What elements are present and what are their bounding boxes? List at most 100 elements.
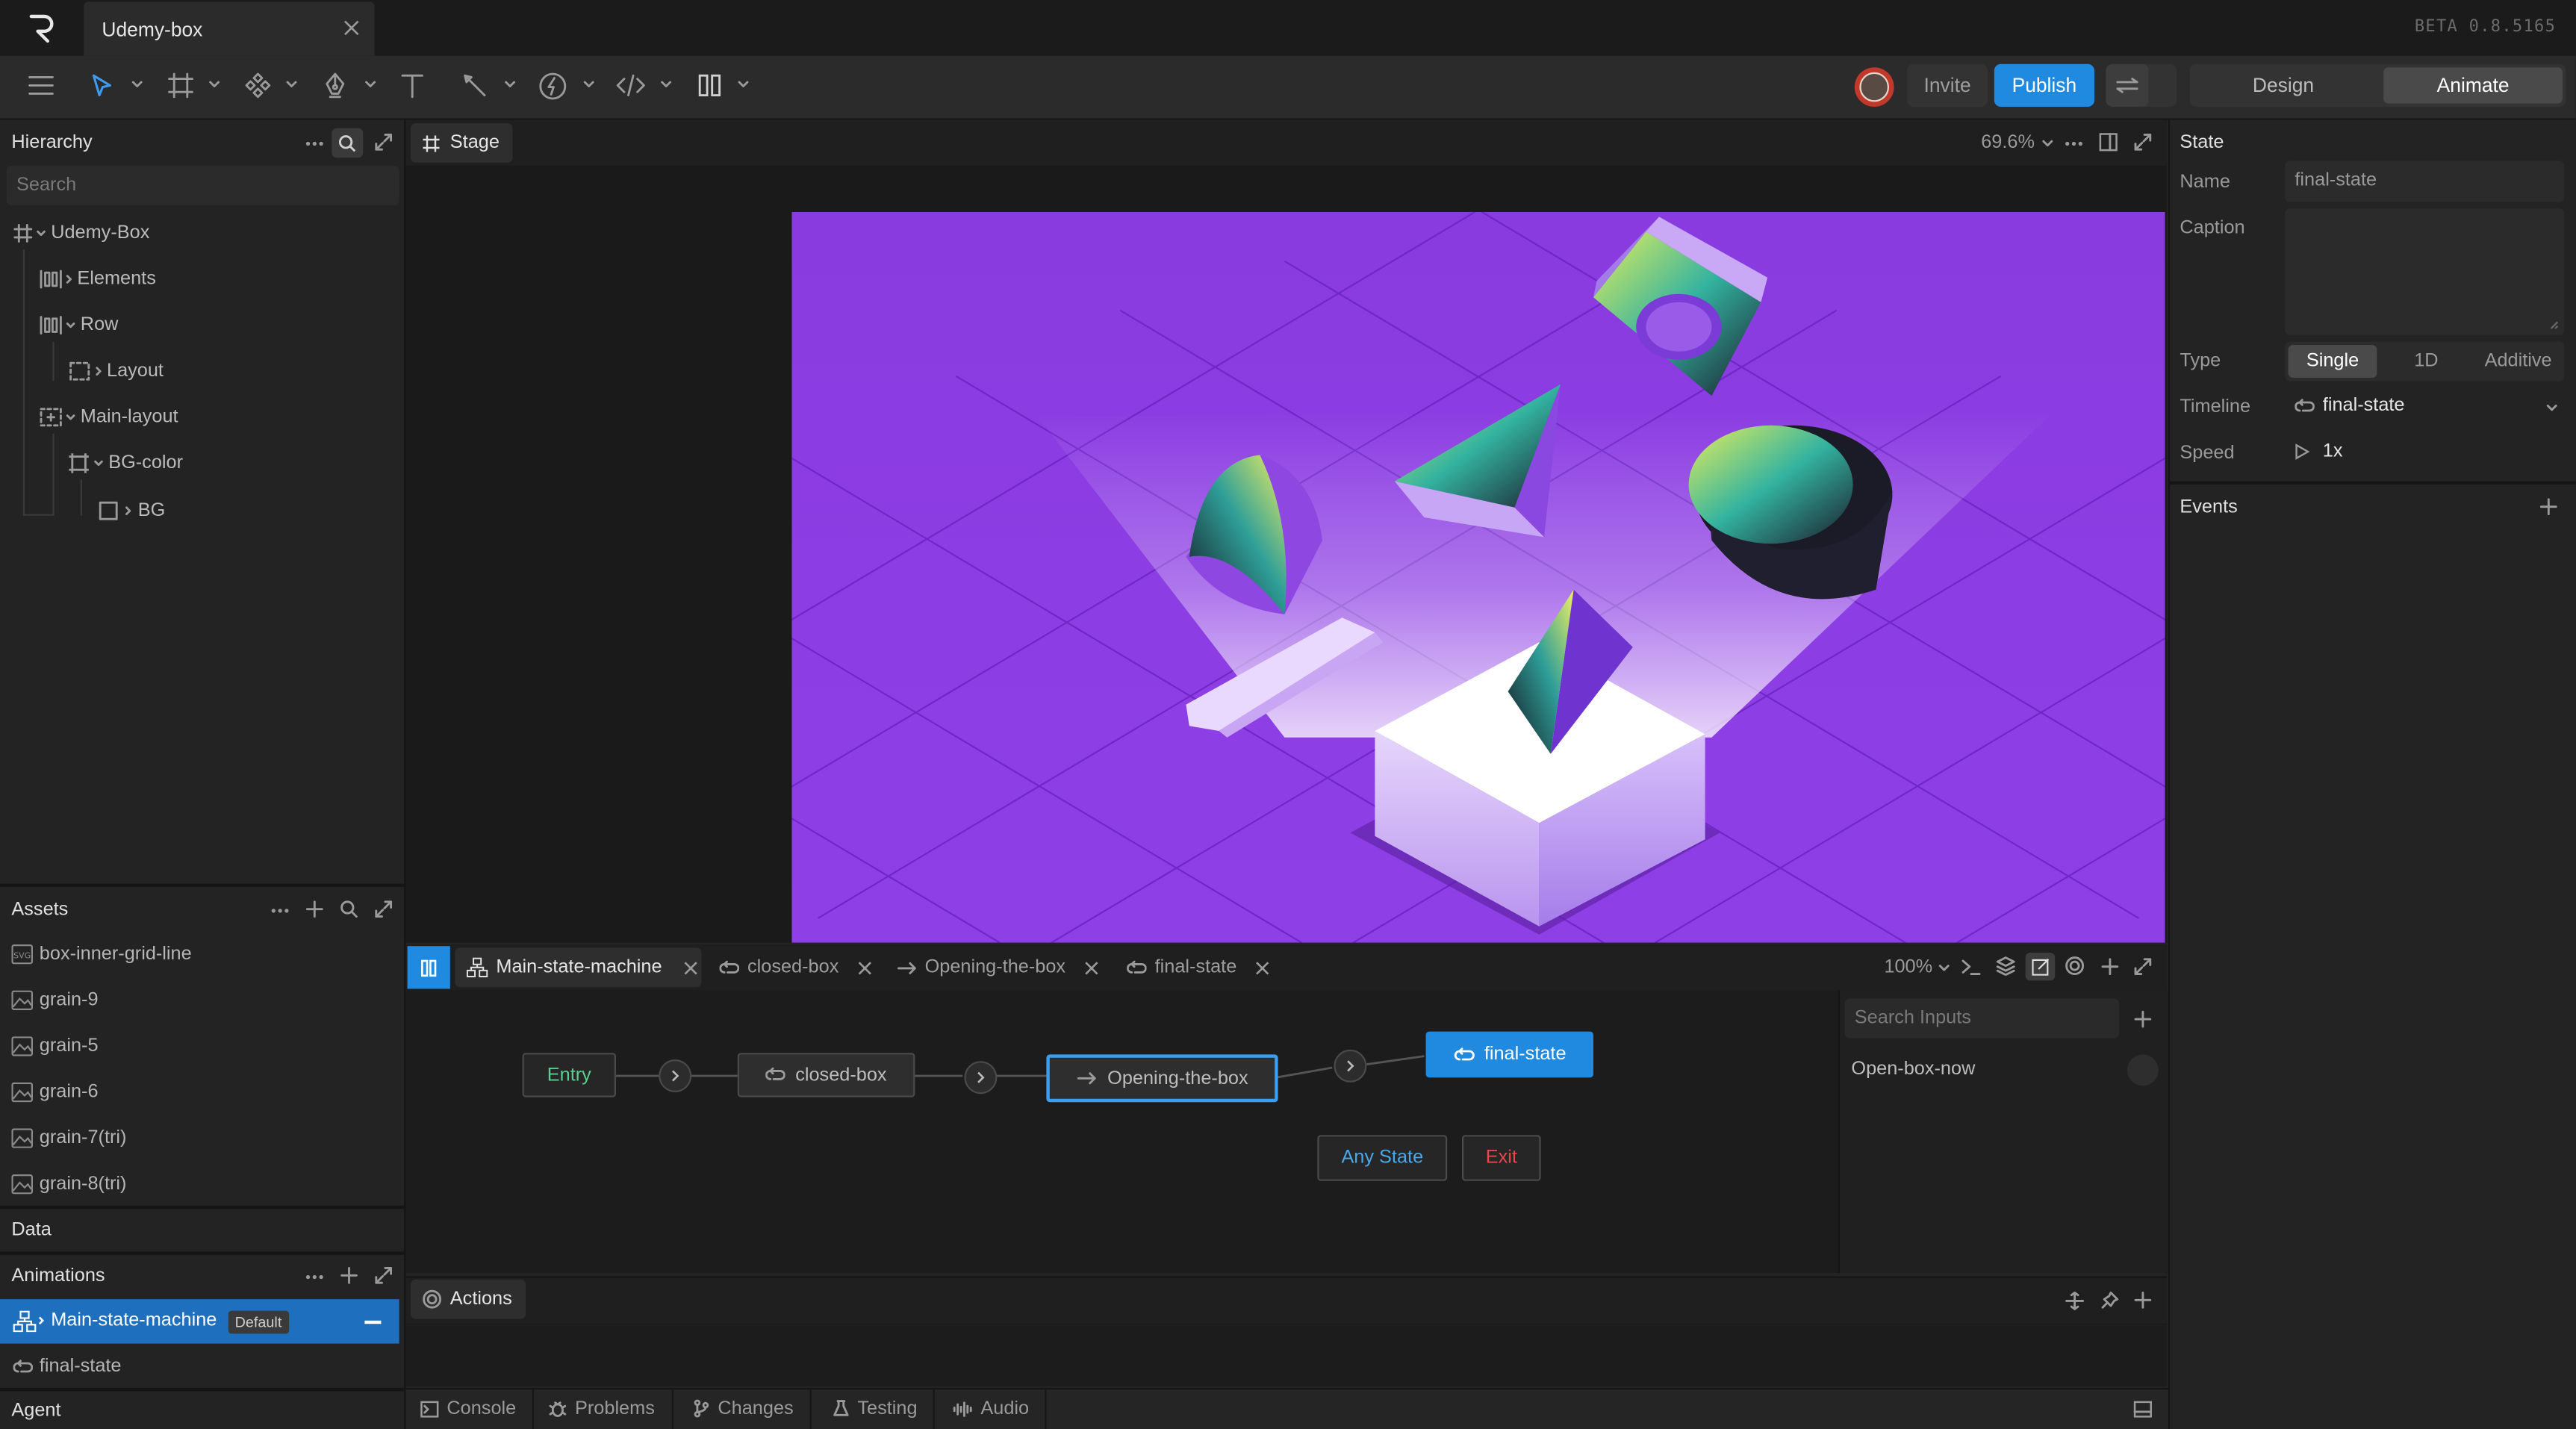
app-logo-icon[interactable] bbox=[26, 13, 59, 43]
timeline-select[interactable]: final-state bbox=[2295, 396, 2404, 416]
transition-arrow[interactable] bbox=[659, 1059, 692, 1092]
expand-icon[interactable] bbox=[375, 900, 393, 918]
testing-tab[interactable]: Testing bbox=[833, 1388, 936, 1429]
add-icon[interactable] bbox=[305, 900, 323, 918]
chevron-right-icon[interactable] bbox=[66, 274, 72, 284]
add-icon[interactable] bbox=[2134, 1291, 2152, 1309]
edit-icon[interactable] bbox=[2025, 953, 2056, 981]
bone-tool-icon[interactable] bbox=[461, 72, 488, 99]
entry-node[interactable]: Entry bbox=[522, 1053, 616, 1098]
more-icon[interactable] bbox=[305, 141, 323, 146]
chevron-right-icon[interactable] bbox=[38, 1316, 45, 1325]
tab-closed-box[interactable]: closed-box bbox=[719, 947, 872, 987]
chevron-right-icon[interactable] bbox=[125, 506, 131, 516]
panel-divider[interactable] bbox=[0, 883, 405, 887]
caption-field[interactable] bbox=[2285, 208, 2565, 335]
asset-item[interactable]: SVG box-inner-grid-line bbox=[11, 944, 192, 964]
code-tool-icon[interactable] bbox=[616, 74, 646, 97]
layers-icon[interactable] bbox=[1996, 956, 2015, 976]
hierarchy-item-bg[interactable]: BG bbox=[99, 501, 165, 520]
avatar[interactable] bbox=[1854, 67, 1894, 107]
document-tab[interactable]: Udemy-box bbox=[84, 1, 375, 56]
hierarchy-item-elements[interactable]: Elements bbox=[40, 270, 156, 289]
add-input-icon[interactable] bbox=[2134, 1010, 2152, 1028]
console-tab[interactable]: Console bbox=[420, 1388, 535, 1429]
asset-item[interactable]: grain-5 bbox=[11, 1036, 99, 1056]
close-icon[interactable] bbox=[1254, 960, 1269, 975]
expand-icon[interactable] bbox=[2134, 133, 2152, 151]
menu-icon[interactable] bbox=[28, 74, 54, 97]
chevron-down-icon[interactable] bbox=[66, 414, 75, 420]
tab-final-state[interactable]: final-state bbox=[1127, 947, 1269, 987]
agent-title[interactable]: Agent bbox=[11, 1401, 60, 1421]
resize-handle-icon[interactable] bbox=[2549, 320, 2559, 330]
asset-item[interactable]: grain-7(tri) bbox=[11, 1128, 127, 1148]
listener-icon[interactable] bbox=[2065, 956, 2085, 976]
collapse-icon[interactable] bbox=[364, 1320, 382, 1324]
chevron-down-icon[interactable] bbox=[2546, 404, 2557, 412]
closed-box-node[interactable]: closed-box bbox=[737, 1053, 915, 1098]
search-inputs-field[interactable]: Search Inputs bbox=[1844, 998, 2119, 1039]
close-icon[interactable] bbox=[683, 960, 698, 975]
console-icon[interactable] bbox=[1961, 958, 1981, 976]
stage-zoom-select[interactable]: 69.6% bbox=[1981, 133, 2053, 153]
artboard[interactable] bbox=[791, 211, 2165, 943]
expand-icon[interactable] bbox=[375, 1266, 393, 1284]
search-icon[interactable] bbox=[332, 128, 364, 158]
close-icon[interactable] bbox=[343, 19, 360, 36]
animation-item-final-state[interactable]: final-state bbox=[13, 1357, 121, 1377]
graph-zoom-select[interactable]: 100% bbox=[1884, 958, 1950, 977]
transition-arrow[interactable] bbox=[1334, 1049, 1367, 1083]
chevron-right-icon[interactable] bbox=[96, 367, 102, 376]
add-icon[interactable] bbox=[340, 1266, 358, 1284]
panel-divider[interactable] bbox=[0, 1251, 405, 1255]
type-option-1d[interactable]: 1D bbox=[2382, 345, 2471, 378]
chevron-down-icon[interactable] bbox=[208, 81, 220, 89]
actions-tab[interactable]: Actions bbox=[411, 1279, 526, 1319]
panel-toggle-icon[interactable] bbox=[2133, 1401, 2152, 1418]
final-state-node[interactable]: final-state bbox=[1425, 1031, 1593, 1078]
add-icon[interactable] bbox=[2101, 958, 2119, 976]
swap-button[interactable] bbox=[2106, 63, 2177, 107]
animation-item-main-state-machine[interactable]: Main-state-machine Default bbox=[0, 1299, 399, 1344]
type-option-additive[interactable]: Additive bbox=[2474, 345, 2563, 378]
asset-item[interactable]: grain-8(tri) bbox=[11, 1174, 127, 1194]
tab-opening-the-box[interactable]: Opening-the-box bbox=[897, 947, 1098, 987]
pause-button[interactable] bbox=[407, 946, 450, 989]
text-tool-icon[interactable] bbox=[399, 72, 426, 99]
hierarchy-item-udemy-box[interactable]: Udemy-Box bbox=[13, 223, 149, 243]
select-tool-icon[interactable] bbox=[89, 72, 115, 99]
input-toggle[interactable] bbox=[2127, 1054, 2159, 1086]
more-icon[interactable] bbox=[271, 909, 289, 914]
tab-main-state-machine[interactable]: Main-state-machine bbox=[455, 947, 702, 988]
chevron-down-icon[interactable] bbox=[66, 322, 75, 329]
asset-item[interactable]: grain-6 bbox=[11, 1083, 99, 1102]
add-event-icon[interactable] bbox=[2539, 498, 2557, 516]
audio-tab[interactable]: Audio bbox=[953, 1388, 1048, 1429]
transition-arrow[interactable] bbox=[964, 1061, 998, 1095]
hierarchy-item-bg-color[interactable]: BG-color bbox=[69, 453, 183, 473]
chevron-down-icon[interactable] bbox=[36, 230, 46, 237]
speed-field[interactable]: 1x bbox=[2295, 442, 2343, 461]
invite-button[interactable]: Invite bbox=[1907, 63, 1988, 107]
panel-divider[interactable] bbox=[0, 1388, 405, 1392]
event-tool-icon[interactable] bbox=[539, 72, 567, 100]
split-view-icon[interactable] bbox=[2099, 133, 2118, 152]
type-option-single[interactable]: Single bbox=[2288, 345, 2377, 378]
hierarchy-item-main-layout[interactable]: Main-layout bbox=[40, 408, 178, 427]
expand-icon[interactable] bbox=[375, 133, 393, 151]
data-section-title[interactable]: Data bbox=[11, 1221, 51, 1240]
chevron-down-icon[interactable] bbox=[131, 81, 143, 89]
publish-button[interactable]: Publish bbox=[1994, 63, 2094, 107]
chevron-down-icon[interactable] bbox=[660, 81, 672, 89]
more-icon[interactable] bbox=[2065, 141, 2082, 146]
stage-tab[interactable]: Stage bbox=[411, 123, 513, 163]
chevron-down-icon[interactable] bbox=[504, 81, 516, 89]
hierarchy-item-row[interactable]: Row bbox=[40, 315, 118, 335]
panel-divider[interactable] bbox=[0, 1205, 405, 1209]
close-icon[interactable] bbox=[857, 960, 872, 975]
chevron-down-icon[interactable] bbox=[93, 460, 103, 467]
pen-tool-icon[interactable] bbox=[322, 72, 348, 99]
frame-tool-icon[interactable] bbox=[167, 72, 193, 99]
exit-node[interactable]: Exit bbox=[1462, 1135, 1541, 1181]
